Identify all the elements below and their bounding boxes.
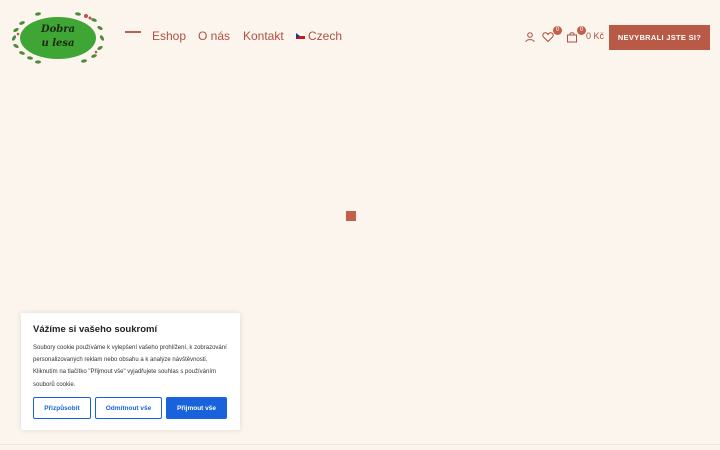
cta-button[interactable]: NEVYBRALI JSTE SI? (609, 25, 710, 50)
logo-line-2: u lesa (41, 38, 75, 49)
cart-count-badge: 0 (577, 26, 586, 35)
cart-button[interactable]: 0 (566, 26, 586, 44)
heart-icon (542, 32, 554, 43)
nav-item-kontakt[interactable]: Kontakt (243, 29, 284, 43)
site-logo[interactable]: Dobra u lesa (8, 8, 108, 68)
logo-text: Dobra u lesa (8, 23, 108, 51)
user-icon (525, 32, 535, 43)
language-label: Czech (308, 29, 343, 43)
logo-line-1: Dobra (40, 24, 76, 35)
cookie-consent-dialog: Vážíme si vašeho soukromí Soubory cookie… (21, 313, 240, 430)
page-loader (346, 211, 356, 221)
cookie-customize-button[interactable]: Přizpůsobit (33, 397, 91, 419)
account-button[interactable] (524, 30, 538, 44)
footer-divider (0, 444, 720, 445)
shopping-bag-icon (567, 32, 577, 43)
nav-active-indicator (125, 31, 141, 33)
cookie-description: Soubory cookie používáme k vylepšení vaš… (33, 345, 227, 388)
language-switcher[interactable]: Czech (296, 29, 342, 43)
wishlist-button[interactable]: 0 (542, 26, 562, 44)
wishlist-count-badge: 0 (553, 26, 562, 35)
cookie-reject-button[interactable]: Odmítnout vše (95, 397, 162, 419)
site-header: Dobra u lesa Eshop O nás Kontakt Czech 0… (0, 0, 720, 74)
czech-flag-icon (296, 32, 305, 39)
cart-total[interactable]: 0 Kč (586, 31, 604, 41)
nav-item-o-nas[interactable]: O nás (198, 29, 230, 43)
cookie-title: Vážíme si vašeho soukromí (33, 324, 158, 335)
nav-item-eshop[interactable]: Eshop (152, 29, 186, 43)
cookie-accept-button[interactable]: Přijmout vše (166, 397, 227, 419)
